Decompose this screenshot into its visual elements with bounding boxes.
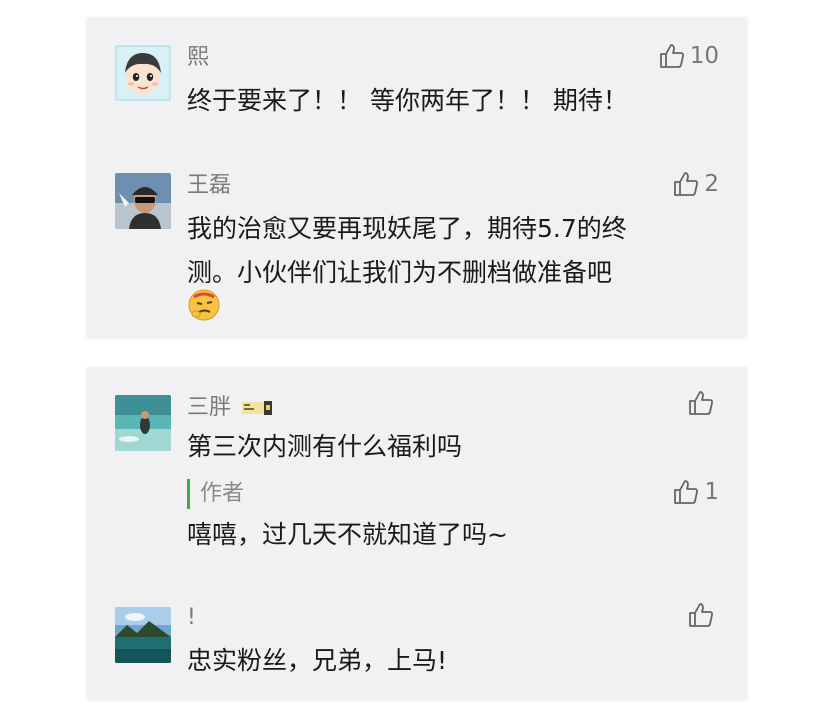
commenter-name: 三胖 bbox=[187, 393, 273, 423]
photo-avatar-man-sunglasses-icon bbox=[115, 173, 171, 229]
avatar[interactable] bbox=[115, 45, 171, 101]
comment-card: 熙 终于要来了！！ 等你两年了！！ 期待！ 10 王磊 我的治愈又要再现妖尾了，… bbox=[87, 17, 747, 337]
like-count: 2 bbox=[704, 171, 719, 197]
reply-text: 嘻嘻，过几天不就知道了吗~ bbox=[187, 520, 508, 549]
avatar[interactable] bbox=[115, 173, 171, 229]
comment-text: 忠实粉丝，兄弟，上马! bbox=[187, 646, 448, 675]
commenter-name: 王磊 bbox=[187, 173, 232, 198]
author-label: 作者 bbox=[187, 479, 244, 509]
like-button[interactable]: 2 bbox=[672, 169, 719, 199]
thumbs-up-icon bbox=[674, 480, 699, 504]
comment-card: 三胖 第三次内测有什么福利吗 作者 嘻嘻，过几天不就知道了吗~ 1 ! 忠实粉丝… bbox=[87, 367, 747, 699]
commenter-name-text: 三胖 bbox=[187, 395, 232, 420]
thumbs-up-icon bbox=[689, 391, 713, 415]
like-button[interactable]: 10 bbox=[658, 41, 719, 71]
like-button[interactable] bbox=[687, 601, 719, 629]
thumbs-up-icon bbox=[674, 172, 699, 196]
like-button[interactable] bbox=[687, 389, 719, 417]
photo-avatar-lake-landscape-icon bbox=[115, 607, 171, 663]
like-count: 10 bbox=[689, 43, 719, 69]
level-badge-icon bbox=[242, 401, 273, 415]
reply-like-button[interactable]: 1 bbox=[672, 477, 719, 507]
like-count: 1 bbox=[704, 479, 719, 505]
avatar[interactable] bbox=[115, 607, 171, 663]
comment-text: 终于要来了！！ 等你两年了！！ 期待！ bbox=[187, 86, 628, 115]
avatar[interactable] bbox=[115, 395, 171, 451]
comment-text-line-2: 测。小伙伴们让我们为不删档做准备吧 bbox=[187, 258, 613, 287]
cartoon-boy-avatar-icon bbox=[115, 45, 171, 101]
photo-avatar-underwater-icon bbox=[115, 395, 171, 451]
comment-text: 第三次内测有什么福利吗 bbox=[187, 432, 463, 461]
comment-text-line-1: 我的治愈又要再现妖尾了，期待5.7的终 bbox=[187, 214, 627, 243]
commenter-name: 熙 bbox=[187, 45, 210, 70]
thumbs-up-icon bbox=[659, 44, 684, 68]
commenter-name: ! bbox=[187, 605, 196, 630]
thumbs-up-icon bbox=[689, 603, 713, 627]
thinking-face-emoji-icon bbox=[187, 287, 221, 321]
